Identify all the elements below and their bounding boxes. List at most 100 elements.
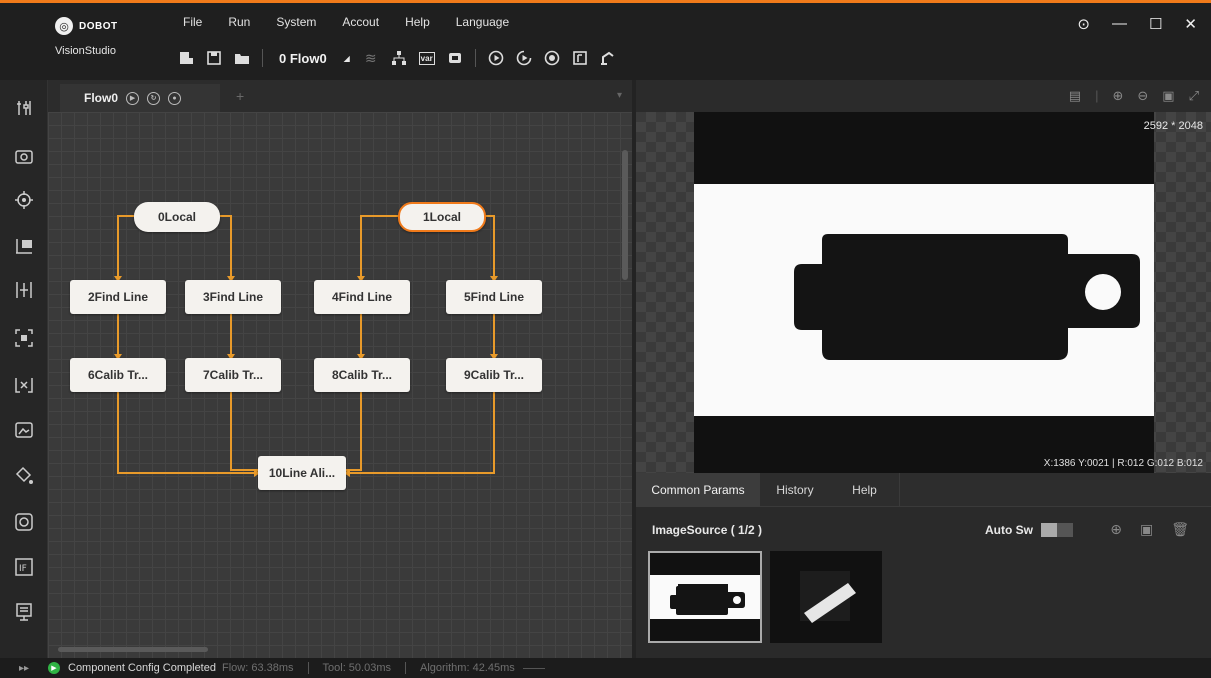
image-viewer: ▤ | ⊕ ⊖ ▣ ⤢ 2592 * 2048 X:1386 Y:0021 | … <box>636 80 1211 473</box>
status-divider <box>307 662 309 674</box>
tool-time: Tool: 50.03ms <box>322 662 391 674</box>
image-thumbnail-2[interactable] <box>770 551 882 643</box>
image-thumbnail-1[interactable] <box>648 551 762 643</box>
menu-system[interactable]: System <box>276 15 316 29</box>
menu-file[interactable]: File <box>183 15 202 29</box>
save-icon[interactable] <box>206 50 222 66</box>
link-7-10 <box>230 392 258 471</box>
alignment-icon[interactable] <box>14 375 34 395</box>
stop-icon[interactable] <box>544 50 560 66</box>
canvas-vertical-scrollbar[interactable] <box>622 150 628 280</box>
pixel-info: X:1386 Y:0021 | R:012 G:012 B:012 <box>1043 458 1203 469</box>
image-dimensions: 2592 * 2048 <box>1143 120 1203 132</box>
run-loop-icon[interactable] <box>516 50 532 66</box>
node-7-calib-transform[interactable]: 7Calib Tr... <box>185 358 281 392</box>
node-6-calib-transform[interactable]: 6Calib Tr... <box>70 358 166 392</box>
node-3-find-line[interactable]: 3Find Line <box>185 280 281 314</box>
tab-history[interactable]: History <box>760 473 830 507</box>
node-2-find-line[interactable]: 2Find Line <box>70 280 166 314</box>
info-icon[interactable]: ⊙ <box>1077 15 1090 33</box>
camera-image[interactable] <box>694 112 1154 473</box>
color-fill-icon[interactable] <box>14 466 34 486</box>
flow-canvas[interactable]: 0Local 1Local 2Find Line 3Find Line 4Fin… <box>48 112 632 658</box>
node-0-local[interactable]: 0Local <box>134 202 220 232</box>
menu-help[interactable]: Help <box>405 15 430 29</box>
node-10-line-align[interactable]: 10Line Ali... <box>258 456 346 490</box>
measure-icon[interactable] <box>14 236 34 256</box>
hierarchy-icon[interactable] <box>391 50 407 66</box>
app-logo: ◎ DOBOT VisionStudio <box>55 17 145 57</box>
viewer-toolbar: ▤ | ⊕ ⊖ ▣ ⤢ <box>636 80 1211 112</box>
deep-learning-icon[interactable] <box>14 512 34 532</box>
node-5-find-line[interactable]: 5Find Line <box>446 280 542 314</box>
add-image-icon[interactable]: ⊕ <box>1110 521 1122 538</box>
tab-common-params[interactable]: Common Params <box>636 473 760 507</box>
auto-switch-toggle[interactable] <box>1041 523 1073 537</box>
toolbar-divider <box>474 49 476 67</box>
flow-dropdown-icon[interactable]: ◢ <box>343 50 351 66</box>
fit-window-icon[interactable]: ▤ <box>1069 88 1081 104</box>
canvas-horizontal-scrollbar[interactable] <box>58 647 208 652</box>
menu-run[interactable]: Run <box>228 15 250 29</box>
close-button[interactable]: ✕ <box>1184 15 1197 33</box>
communication-icon[interactable] <box>14 602 34 622</box>
tool-sidebar: IF <box>0 80 48 658</box>
product-name: VisionStudio <box>55 45 116 57</box>
flow-selector[interactable]: 0 Flow0 <box>279 51 327 66</box>
status-divider <box>522 667 545 669</box>
camera-manager-icon[interactable] <box>447 50 463 66</box>
node-4-find-line[interactable]: 4Find Line <box>314 280 410 314</box>
camera-icon[interactable] <box>14 146 34 166</box>
add-flow-icon[interactable]: + <box>236 88 244 104</box>
tab-flow0[interactable]: Flow0 ▶ ↻ ● <box>60 84 220 112</box>
zoom-in-icon[interactable]: ⊕ <box>1112 88 1123 104</box>
status-message: Component Config Completed <box>68 662 216 674</box>
minimize-button[interactable]: — <box>1112 15 1127 33</box>
layers-icon[interactable]: ≋ <box>363 50 379 66</box>
link-9-10 <box>346 392 495 474</box>
logic-if-icon[interactable]: IF <box>14 557 34 577</box>
expand-icon[interactable]: ▸▸ <box>0 663 48 674</box>
toolbar-divider <box>262 49 263 67</box>
new-solution-icon[interactable] <box>178 50 194 66</box>
window-controls: ⊙ — ☐ ✕ <box>1077 15 1197 33</box>
maximize-button[interactable]: ☐ <box>1149 15 1162 33</box>
link-0-2 <box>117 215 138 280</box>
node-9-calib-transform[interactable]: 9Calib Tr... <box>446 358 542 392</box>
calibrate-icon[interactable] <box>14 280 34 300</box>
brand-name: DOBOT <box>79 20 118 32</box>
flow-stop-icon[interactable]: ● <box>168 91 182 105</box>
region-icon[interactable] <box>14 328 34 348</box>
image-source-actions: ⊕ ▣ 🗑 <box>1110 521 1189 538</box>
frame-icon[interactable] <box>572 50 588 66</box>
node-1-local[interactable]: 1Local <box>398 202 486 232</box>
locate-icon[interactable] <box>14 190 34 210</box>
algorithm-time: Algorithm: 42.45ms <box>420 662 515 674</box>
image-source-label: ImageSource ( 1/2 ) <box>652 523 763 537</box>
menu-language[interactable]: Language <box>456 15 509 29</box>
actual-size-icon[interactable]: ▣ <box>1162 88 1174 104</box>
tools-icon[interactable] <box>14 98 34 118</box>
params-tab-bar: Common Params History Help <box>636 473 1211 507</box>
menu-account[interactable]: Accout <box>342 15 379 29</box>
link-1-5 <box>484 215 495 280</box>
delete-icon[interactable]: 🗑 <box>1171 521 1189 538</box>
flow-time: Flow: 63.38ms <box>221 662 294 674</box>
zoom-out-icon[interactable]: ⊖ <box>1137 88 1148 104</box>
dobot-logo-icon: ◎ <box>55 17 73 35</box>
run-once-icon[interactable] <box>488 50 504 66</box>
flow-run-once-icon[interactable]: ▶ <box>126 91 140 105</box>
variable-icon[interactable]: var <box>418 51 435 65</box>
flow-run-loop-icon[interactable]: ↻ <box>147 91 161 105</box>
open-folder-icon[interactable] <box>234 50 250 66</box>
robot-arm-icon[interactable] <box>600 50 616 66</box>
tab-help[interactable]: Help <box>830 473 900 507</box>
import-folder-icon[interactable]: ▣ <box>1140 521 1153 538</box>
fullscreen-icon[interactable]: ⤢ <box>1189 88 1199 104</box>
workpiece-silhouette <box>794 234 1140 360</box>
image-process-icon[interactable] <box>14 420 34 440</box>
node-8-calib-transform[interactable]: 8Calib Tr... <box>314 358 410 392</box>
status-divider <box>405 662 406 674</box>
chevron-down-icon[interactable]: ▾ <box>617 90 622 101</box>
menu-bar: File Run System Accout Help Language <box>183 15 509 29</box>
